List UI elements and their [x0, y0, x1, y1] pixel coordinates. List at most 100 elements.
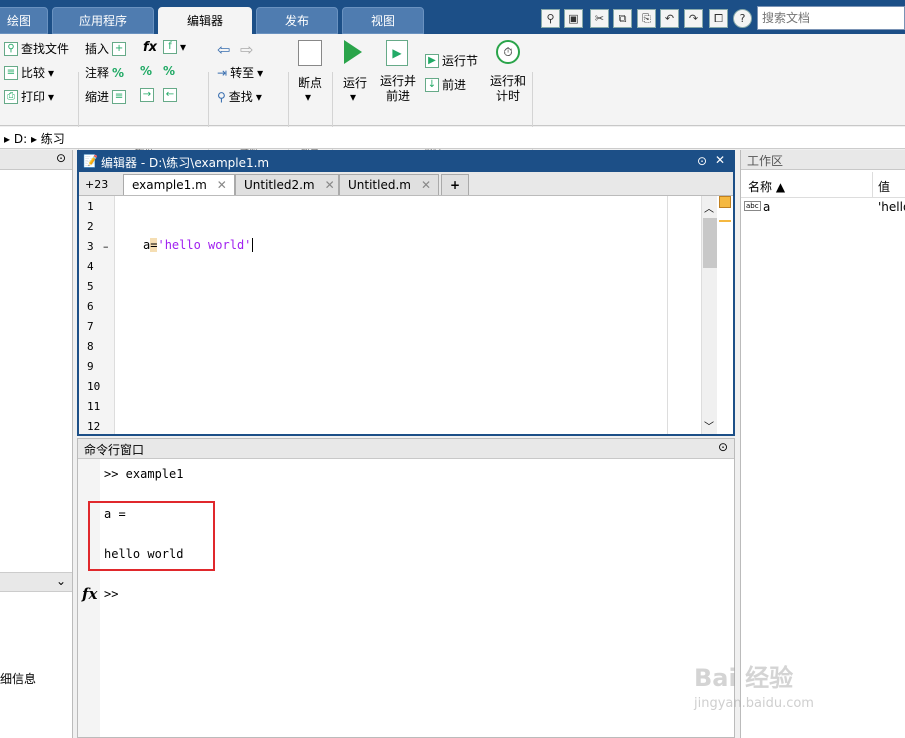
line-number-gutter: 1 2 3 4 5 6 7 8 9 10 11 12 – [79, 196, 115, 434]
advance-icon: ↓ [425, 77, 439, 92]
advance-label: 前进 [442, 78, 467, 92]
chevron-down-icon: ▾ [48, 89, 55, 104]
right-margin-line [667, 196, 668, 434]
indent-button[interactable]: 缩进 ≡ [85, 88, 127, 105]
tab-untitled[interactable]: Untitled.m ✕ [339, 174, 439, 195]
editor-window: 📝 编辑器 - D:\练习\example1.m ⊙ ✕ +23 example… [77, 150, 735, 436]
column-header-name[interactable]: 名称 ▲ [748, 178, 785, 195]
run-and-time-button[interactable]: 运行和 计时 [490, 74, 526, 104]
breadcrumb-drive[interactable]: D: [14, 132, 27, 146]
redo-icon[interactable]: ↷ [684, 9, 703, 28]
format-button[interactable]: f ▾ [163, 40, 186, 54]
fx-label: fx [143, 40, 158, 55]
editor-menu-icon[interactable]: ⊙ [697, 154, 707, 168]
tab-label: 应用程序 [78, 14, 127, 28]
workspace-panel: 工作区 名称 ▲ 值 abc a 'hello [740, 150, 905, 738]
column-header-value[interactable]: 值 [878, 178, 890, 195]
line-number: 5 [87, 280, 94, 293]
close-tab-icon[interactable]: ✕ [421, 178, 431, 192]
cut-icon[interactable]: ✂ [590, 9, 609, 28]
back-button[interactable]: ⇦ [217, 40, 230, 59]
run-section-icon: ▶ [425, 53, 439, 68]
tab-label: 编辑器 [186, 14, 223, 28]
close-tab-icon[interactable]: ✕ [325, 178, 335, 192]
comment-button[interactable]: 注释% [85, 64, 124, 81]
line-number: 12 [87, 420, 101, 433]
line-number: 11 [87, 400, 101, 413]
editor-scrollbar[interactable]: ︿ ﹀ [701, 196, 717, 434]
uncomment-button[interactable]: % [140, 64, 152, 78]
run-advance-button[interactable]: 运行并 前进 [380, 74, 416, 104]
search-input[interactable] [757, 6, 905, 30]
copy-icon[interactable]: ⧉ [613, 9, 632, 28]
find-button[interactable]: ⚲ 查找 ▾ [217, 88, 262, 105]
tab-overflow[interactable]: +23 [81, 174, 119, 195]
line-number: 2 [87, 220, 94, 233]
arrow-right-icon: ⇨ [240, 40, 254, 59]
divider [872, 172, 873, 198]
undo-icon[interactable]: ↶ [660, 9, 679, 28]
breakpoints-button[interactable]: 断点 [298, 74, 322, 91]
tab-publish[interactable]: 发布 [256, 7, 338, 34]
line-number: 1 [87, 200, 94, 213]
wrap-comments-button[interactable]: % [163, 64, 175, 78]
address-bar[interactable]: ▸ D: ▸ 练习 [0, 127, 905, 149]
scroll-up-icon[interactable]: ︿ [704, 200, 714, 215]
close-icon[interactable]: ✕ [715, 153, 725, 167]
print-button[interactable]: ⎙ 打印 ▾ [4, 88, 54, 105]
line-number: 8 [87, 340, 94, 353]
goto-label: 转至 [230, 66, 255, 80]
text-cursor [252, 238, 254, 252]
switch-windows-icon[interactable]: ⧠ [709, 9, 728, 28]
code-line-3[interactable]: a='hello world' [143, 238, 254, 252]
tab-label: Untitled2.m [244, 178, 315, 192]
insert-button[interactable]: 插入 + [85, 40, 127, 57]
insert-icon: + [112, 41, 127, 56]
insert-label: 插入 [85, 42, 110, 56]
breadcrumb-folder[interactable]: 练习 [41, 132, 65, 146]
uncomment-icon: % [140, 64, 153, 78]
increase-indent-icon: → [140, 88, 154, 102]
command-window: 命令行窗口 ⊙ >> example1 a = hello world fx >> [77, 438, 735, 738]
find-files-button[interactable]: ⚲ 查找文件 [4, 40, 69, 57]
save-icon[interactable]: ▣ [564, 9, 583, 28]
percent-icon: % [112, 65, 125, 80]
find-icon[interactable]: ⚲ [541, 9, 560, 28]
function-browser-icon[interactable]: fx [82, 585, 97, 603]
run-section-button[interactable]: ▶ 运行节 [425, 52, 478, 69]
panel-menu-icon[interactable]: ⊙ [718, 440, 728, 454]
tab-apps[interactable]: 应用程序 [52, 7, 154, 34]
table-row[interactable]: abc a 'hello [741, 198, 905, 218]
command-prompt[interactable]: >> [104, 587, 118, 601]
format-icon: f [163, 40, 177, 54]
tab-editor[interactable]: 编辑器 [158, 7, 252, 34]
advance-button[interactable]: ↓ 前进 [425, 76, 466, 93]
paste-icon[interactable]: ⎘ [637, 9, 656, 28]
executable-line-marker[interactable]: – [103, 240, 109, 253]
forward-button[interactable]: ⇨ [240, 40, 253, 59]
current-folder-header: ⊙ [0, 150, 72, 170]
panel-menu-icon[interactable]: ⊙ [56, 151, 66, 165]
tab-view[interactable]: 视图 [342, 7, 424, 34]
tab-plots[interactable]: 绘图 [0, 7, 48, 34]
plus-icon: + [449, 178, 461, 192]
close-tab-icon[interactable]: ✕ [217, 178, 227, 192]
scroll-down-icon[interactable]: ﹀ [704, 418, 714, 433]
tab-untitled2[interactable]: Untitled2.m ✕ [235, 174, 339, 195]
run-button[interactable]: 运行 [343, 74, 367, 91]
warning-marker[interactable] [719, 220, 731, 222]
timer-icon: ⏱ [496, 40, 520, 64]
fx-button[interactable]: fx [143, 40, 157, 55]
help-icon[interactable]: ? [733, 9, 752, 28]
code-analyzer-indicator[interactable] [719, 196, 731, 208]
compare-button[interactable]: ≡ 比较 ▾ [4, 64, 54, 81]
chevron-down-icon[interactable]: ⌄ [56, 574, 66, 588]
goto-button[interactable]: ⇥ 转至 ▾ [217, 64, 263, 81]
tab-label: 绘图 [6, 14, 31, 28]
tab-example1[interactable]: example1.m ✕ [123, 174, 235, 195]
add-tab-button[interactable]: + [441, 174, 469, 195]
increase-indent-button[interactable]: → [140, 88, 154, 102]
scroll-thumb[interactable] [703, 218, 717, 268]
decrease-indent-button[interactable]: ← [163, 88, 177, 102]
run-and-time-label: 运行和 计时 [490, 74, 527, 103]
